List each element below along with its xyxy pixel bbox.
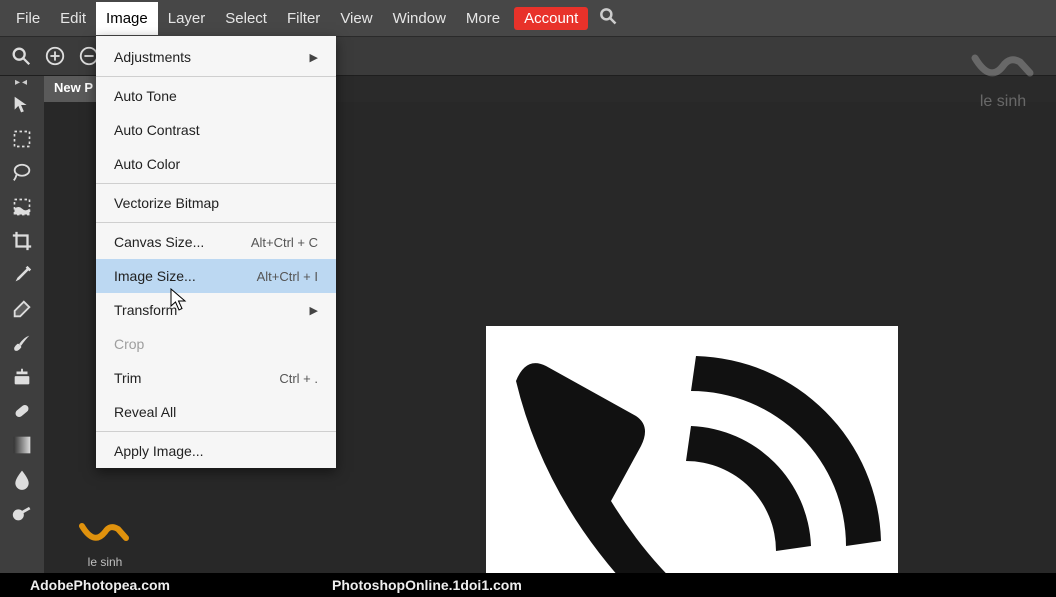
app-root: File Edit Image Layer Select Filter View… xyxy=(0,0,1056,597)
dodge-tool-icon[interactable] xyxy=(4,496,40,530)
menu-item-crop: Crop xyxy=(96,327,336,361)
menu-file[interactable]: File xyxy=(6,2,50,35)
crop-tool-icon[interactable] xyxy=(4,224,40,258)
clone-stamp-tool-icon[interactable] xyxy=(4,360,40,394)
menu-edit[interactable]: Edit xyxy=(50,2,96,35)
menu-item-label: Trim xyxy=(114,370,141,386)
menu-item-vectorize-bitmap[interactable]: Vectorize Bitmap xyxy=(96,186,336,220)
menu-item-label: Transform xyxy=(114,302,177,318)
menu-item-trim[interactable]: Trim Ctrl + . xyxy=(96,361,336,395)
menu-more[interactable]: More xyxy=(456,2,510,35)
menu-select[interactable]: Select xyxy=(215,2,277,35)
menu-separator xyxy=(96,183,336,184)
menu-filter[interactable]: Filter xyxy=(277,2,330,35)
move-tool-icon[interactable] xyxy=(4,88,40,122)
lasso-tool-icon[interactable] xyxy=(4,156,40,190)
menu-image[interactable]: Image xyxy=(96,2,158,35)
bottom-bar-center-text: PhotoshopOnline.1doi1.com xyxy=(332,577,522,593)
quick-select-tool-icon[interactable] xyxy=(4,190,40,224)
zoom-in-icon[interactable] xyxy=(40,41,70,71)
menubar: File Edit Image Layer Select Filter View… xyxy=(0,0,1056,36)
document-canvas[interactable] xyxy=(486,326,898,596)
marquee-tool-icon[interactable] xyxy=(4,122,40,156)
menu-item-label: Adjustments xyxy=(114,49,191,65)
menu-item-label: Auto Contrast xyxy=(114,122,200,138)
document-tabbar: New P xyxy=(44,76,103,102)
menu-window[interactable]: Window xyxy=(383,2,456,35)
phone-call-icon xyxy=(486,326,898,596)
menu-item-shortcut: Alt+Ctrl + I xyxy=(257,269,318,284)
menu-item-adjustments[interactable]: Adjustments ▶ xyxy=(96,40,336,74)
menu-item-auto-contrast[interactable]: Auto Contrast xyxy=(96,113,336,147)
menu-item-image-size[interactable]: Image Size... Alt+Ctrl + I xyxy=(96,259,336,293)
menu-item-label: Apply Image... xyxy=(114,443,204,459)
menu-item-label: Auto Tone xyxy=(114,88,177,104)
menu-separator xyxy=(96,431,336,432)
collapse-grip-icon[interactable]: ▸◂ xyxy=(15,78,29,88)
eraser-tool-icon[interactable] xyxy=(4,292,40,326)
menu-item-shortcut: Ctrl + . xyxy=(279,371,318,386)
menu-separator xyxy=(96,76,336,77)
menu-view[interactable]: View xyxy=(330,2,382,35)
menu-item-label: Auto Color xyxy=(114,156,180,172)
gradient-tool-icon[interactable] xyxy=(4,428,40,462)
submenu-arrow-icon: ▶ xyxy=(310,51,318,64)
eyedropper-tool-icon[interactable] xyxy=(4,258,40,292)
tool-palette: ▸◂ xyxy=(0,76,44,573)
menu-item-apply-image[interactable]: Apply Image... xyxy=(96,434,336,468)
menu-item-label: Canvas Size... xyxy=(114,234,204,250)
menu-item-transform[interactable]: Transform ▶ xyxy=(96,293,336,327)
menu-item-auto-color[interactable]: Auto Color xyxy=(96,147,336,181)
brush-tool-icon[interactable] xyxy=(4,326,40,360)
menu-item-label: Image Size... xyxy=(114,268,196,284)
zoom-tool-icon[interactable] xyxy=(6,41,36,71)
bottom-bar: AdobePhotopea.com PhotoshopOnline.1doi1.… xyxy=(0,573,1056,597)
menu-item-label: Reveal All xyxy=(114,404,176,420)
menu-item-canvas-size[interactable]: Canvas Size... Alt+Ctrl + C xyxy=(96,225,336,259)
healing-tool-icon[interactable] xyxy=(4,394,40,428)
menu-item-reveal-all[interactable]: Reveal All xyxy=(96,395,336,429)
search-icon[interactable] xyxy=(598,6,618,31)
document-tab[interactable]: New P xyxy=(44,76,103,102)
menu-item-label: Vectorize Bitmap xyxy=(114,195,219,211)
bottom-bar-left-text: AdobePhotopea.com xyxy=(30,577,170,593)
menu-item-auto-tone[interactable]: Auto Tone xyxy=(96,79,336,113)
menu-item-label: Crop xyxy=(114,336,144,352)
menu-separator xyxy=(96,222,336,223)
menu-layer[interactable]: Layer xyxy=(158,2,216,35)
image-menu-dropdown: Adjustments ▶ Auto Tone Auto Contrast Au… xyxy=(96,36,336,468)
submenu-arrow-icon: ▶ xyxy=(310,304,318,317)
blur-tool-icon[interactable] xyxy=(4,462,40,496)
menu-account[interactable]: Account xyxy=(514,7,588,30)
menu-item-shortcut: Alt+Ctrl + C xyxy=(251,235,318,250)
